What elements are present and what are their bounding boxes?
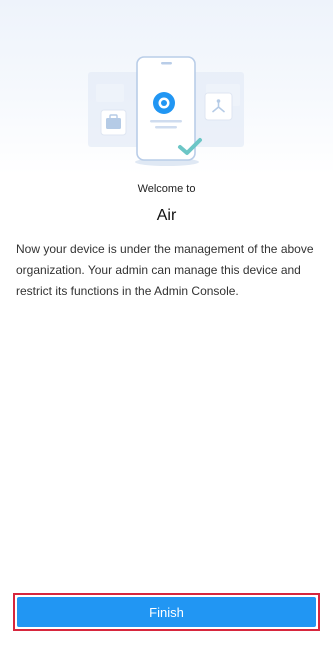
organization-name: Air [156, 207, 177, 224]
phone-text-line [150, 120, 182, 123]
phone-text-line [155, 126, 177, 129]
welcome-subtitle: Welcome to [137, 183, 196, 195]
description-text: Now your device is under the management … [16, 242, 314, 298]
app-logo-icon [153, 92, 175, 114]
welcome-screen: Welcome to Air Now your device is under … [0, 0, 333, 650]
finish-button[interactable]: Finish [17, 597, 316, 627]
background-panel-left [96, 84, 124, 102]
briefcase-icon [100, 109, 127, 136]
share-icon [204, 92, 233, 121]
device-managed-illustration [88, 56, 244, 166]
